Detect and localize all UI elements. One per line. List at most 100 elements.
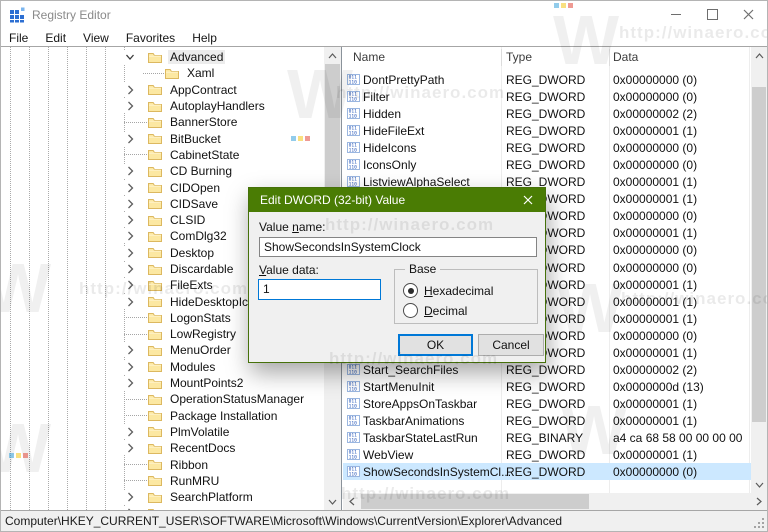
tree-item-cabinetstate[interactable]: CabinetState <box>1 147 324 163</box>
value-name-field[interactable]: ShowSecondsInSystemClock <box>259 237 537 257</box>
dialog-body: Value name: ShowSecondsInSystemClock Val… <box>249 212 545 362</box>
menu-favorites[interactable]: Favorites <box>125 31 176 45</box>
chevron-collapsed-icon[interactable] <box>123 83 137 97</box>
chevron-collapsed-icon[interactable] <box>123 262 137 276</box>
folder-icon <box>147 100 163 113</box>
list-cell-data: 0x00000002 (2) <box>613 363 697 377</box>
scroll-down-icon[interactable] <box>324 493 341 510</box>
ok-button[interactable]: OK <box>398 334 473 356</box>
tree-item-package-installation[interactable]: Package Installation <box>1 408 324 424</box>
list-row-storeappsontaskbar[interactable]: 011110StoreAppsOnTaskbarREG_DWORD0x00000… <box>343 395 751 412</box>
tree-item-autoplayhandlers[interactable]: AutoplayHandlers <box>1 98 324 114</box>
list-row-webview[interactable]: 011110WebViewREG_DWORD0x00000001 (1) <box>343 446 751 463</box>
maximize-icon <box>707 9 718 20</box>
chevron-collapsed-icon[interactable] <box>123 376 137 390</box>
list-row-taskbaranimations[interactable]: 011110TaskbarAnimationsREG_DWORD0x000000… <box>343 412 751 429</box>
list-cell-data: 0x0000000d (13) <box>613 380 704 394</box>
list-cell-type: REG_DWORD <box>506 397 585 411</box>
radio-selected-icon[interactable] <box>403 283 418 298</box>
scroll-right-icon[interactable] <box>750 493 767 510</box>
tree-item-xaml[interactable]: Xaml <box>1 65 324 81</box>
menu-edit[interactable]: Edit <box>44 31 67 45</box>
list-vscrollbar[interactable] <box>751 47 767 493</box>
tree-item-plmvolatile[interactable]: PlmVolatile <box>1 424 324 440</box>
list-hscrollbar-thumb[interactable] <box>361 494 589 509</box>
tree-item-ribbon[interactable]: Ribbon <box>1 456 324 472</box>
resize-grip[interactable] <box>762 526 764 528</box>
radio-unselected-icon[interactable] <box>403 303 418 318</box>
menu-help[interactable]: Help <box>191 31 218 45</box>
list-cell-name: HideIcons <box>363 141 416 155</box>
minimize-button[interactable] <box>658 1 694 27</box>
chevron-collapsed-icon[interactable] <box>123 425 137 439</box>
tree-item-label: RecentDocs <box>168 441 237 455</box>
window-title: Registry Editor <box>32 8 111 22</box>
chevron-collapsed-icon[interactable] <box>123 490 137 504</box>
list-row-showsecondsinsystemcl[interactable]: 011110ShowSecondsInSystemCl...REG_DWORD0… <box>343 463 751 480</box>
list-header-column-name[interactable]: Name <box>353 50 385 64</box>
dialog-titlebar[interactable]: Edit DWORD (32-bit) Value <box>249 188 545 212</box>
tree-item-appcontract[interactable]: AppContract <box>1 82 324 98</box>
list-header-column-type[interactable]: Type <box>506 50 532 64</box>
chevron-collapsed-icon[interactable] <box>123 132 137 146</box>
list-row-dontprettypath[interactable]: 011110DontPrettyPathREG_DWORD0x00000000 … <box>343 71 751 88</box>
chevron-collapsed-icon[interactable] <box>123 229 137 243</box>
dialog-close-button[interactable] <box>511 188 545 212</box>
chevron-expanded-icon[interactable] <box>123 50 137 64</box>
list-cell-data: 0x00000001 (1) <box>613 448 697 462</box>
list-row-start-searchfiles[interactable]: 011110Start_SearchFilesREG_DWORD0x000000… <box>343 361 751 378</box>
list-row-startmenuinit[interactable]: 011110StartMenuInitREG_DWORD0x0000000d (… <box>343 378 751 395</box>
chevron-collapsed-icon[interactable] <box>123 360 137 374</box>
tree-item-runmru[interactable]: RunMRU <box>1 473 324 489</box>
tree-item-operationstatusmanager[interactable]: OperationStatusManager <box>1 391 324 407</box>
tree-item-label: CIDSave <box>168 197 220 211</box>
tree-item-advanced[interactable]: Advanced <box>1 49 324 65</box>
list-cell-name: Filter <box>363 90 390 104</box>
radio-hexadecimal[interactable]: Hexadecimal <box>403 283 537 298</box>
chevron-collapsed-icon[interactable] <box>123 99 137 113</box>
chevron-collapsed-icon[interactable] <box>123 213 137 227</box>
chevron-collapsed-icon[interactable] <box>123 343 137 357</box>
scroll-up-icon[interactable] <box>751 47 767 64</box>
list-row-iconsonly[interactable]: 011110IconsOnlyREG_DWORD0x00000000 (0) <box>343 156 751 173</box>
chevron-collapsed-icon[interactable] <box>123 164 137 178</box>
menu-view[interactable]: View <box>82 31 110 45</box>
list-row-filter[interactable]: 011110FilterREG_DWORD0x00000000 (0) <box>343 88 751 105</box>
tree-item-recentdocs[interactable]: RecentDocs <box>1 440 324 456</box>
value-data-input[interactable]: 1 <box>258 279 381 300</box>
chevron-collapsed-icon[interactable] <box>123 246 137 260</box>
scroll-left-icon[interactable] <box>343 493 360 510</box>
dword-icon: 011110 <box>347 74 360 85</box>
svg-text:110: 110 <box>349 369 358 374</box>
list-row-hidefileext[interactable]: 011110HideFileExtREG_DWORD0x00000001 (1) <box>343 122 751 139</box>
list-row-hidden[interactable]: 011110HiddenREG_DWORD0x00000002 (2) <box>343 105 751 122</box>
list-vscrollbar-thumb[interactable] <box>752 87 766 422</box>
tree-item-mountpoints2[interactable]: MountPoints2 <box>1 375 324 391</box>
cancel-button[interactable]: Cancel <box>478 334 544 356</box>
tree-item-cd-burning[interactable]: CD Burning <box>1 163 324 179</box>
chevron-collapsed-icon[interactable] <box>123 197 137 211</box>
tree-connector-line <box>124 154 147 155</box>
close-button[interactable] <box>730 1 766 27</box>
scroll-up-icon[interactable] <box>324 47 341 64</box>
list-hscrollbar[interactable] <box>343 493 767 510</box>
maximize-button[interactable] <box>694 1 730 27</box>
chevron-collapsed-icon[interactable] <box>123 278 137 292</box>
chevron-collapsed-icon[interactable] <box>123 441 137 455</box>
scroll-down-icon[interactable] <box>751 476 767 493</box>
folder-icon <box>147 51 163 64</box>
tree-item-bannerstore[interactable]: BannerStore <box>1 114 324 130</box>
chevron-collapsed-icon[interactable] <box>123 181 137 195</box>
chevron-collapsed-icon[interactable] <box>123 295 137 309</box>
list-header: Name Type Data <box>343 47 751 67</box>
tree-item-searchplatform[interactable]: SearchPlatform <box>1 489 324 505</box>
list-header-column-data[interactable]: Data <box>613 50 638 64</box>
tree-item-label: Ribbon <box>168 458 210 472</box>
menu-file[interactable]: File <box>8 31 29 45</box>
list-row-taskbarstatelastrun[interactable]: 011110TaskbarStateLastRunREG_BINARYa4 ca… <box>343 429 751 446</box>
tree-item-bitbucket[interactable]: BitBucket <box>1 130 324 146</box>
radio-decimal[interactable]: Decimal <box>403 303 537 318</box>
list-cell-data: 0x00000001 (1) <box>613 278 697 292</box>
list-row-hideicons[interactable]: 011110HideIconsREG_DWORD0x00000000 (0) <box>343 139 751 156</box>
dword-icon: 011110 <box>347 125 360 136</box>
